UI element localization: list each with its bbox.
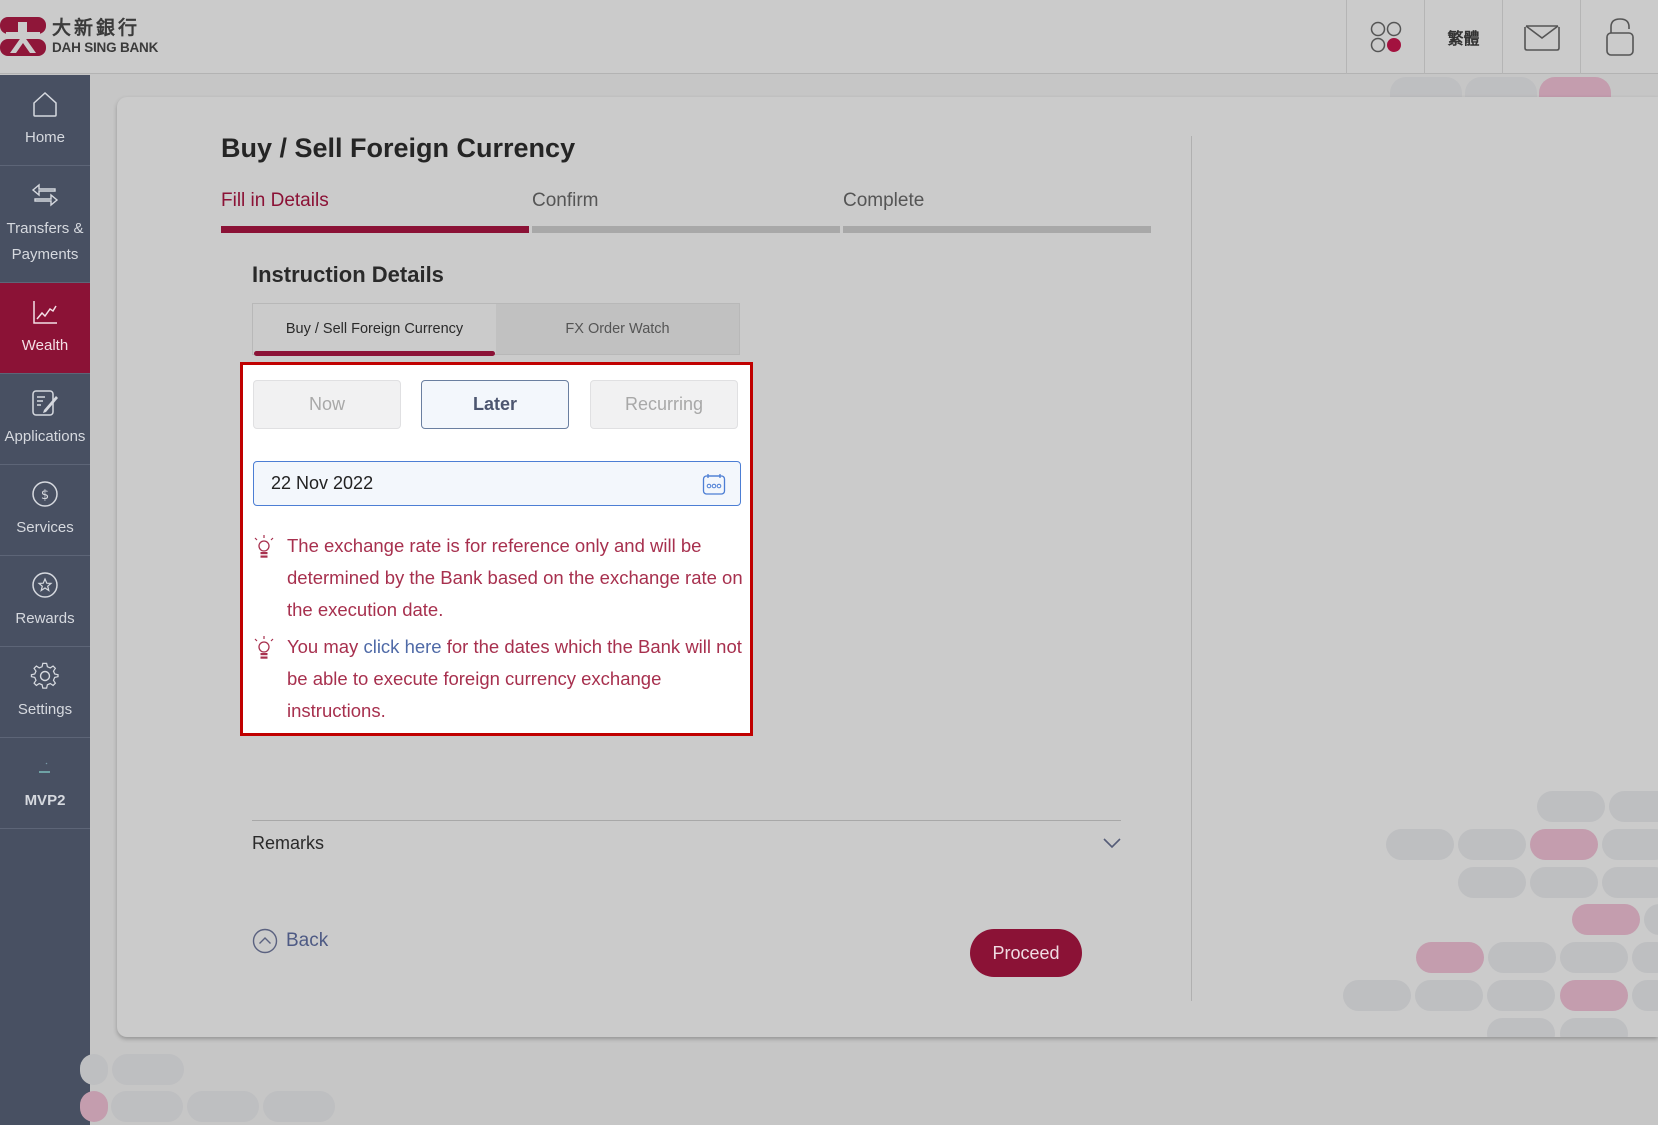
sidebar-item-mvp2[interactable]: MVP2 <box>0 738 90 829</box>
apps-button[interactable] <box>1346 0 1424 74</box>
gear-icon <box>30 662 59 689</box>
mvp-icon <box>39 762 50 773</box>
exchange-rate-note: The exchange rate is for reference only … <box>253 530 743 626</box>
step-bar <box>843 226 1151 233</box>
page-title: Buy / Sell Foreign Currency <box>221 133 576 163</box>
tab-buy-sell-foreign-currency[interactable]: Buy / Sell Foreign Currency <box>253 304 496 356</box>
sidebar-item-wealth[interactable]: Wealth <box>0 283 90 374</box>
star-circle-icon <box>32 572 58 598</box>
remarks-divider <box>252 820 1121 821</box>
sidebar-item-label: Wealth <box>21 337 69 354</box>
mode-recurring-button[interactable]: Recurring <box>590 380 738 429</box>
instruction-subtabs: Buy / Sell Foreign Currency FX Order Wat… <box>252 303 740 356</box>
sidebar-item-settings[interactable]: Settings <box>0 647 90 738</box>
edit-document-icon <box>32 390 58 416</box>
mode-now-button[interactable]: Now <box>253 380 401 429</box>
home-icon <box>33 91 57 117</box>
remarks-accordion[interactable]: Remarks <box>252 828 1121 858</box>
chart-line-icon <box>33 301 57 324</box>
sidebar-nav: Home Transfers & Payments Wealth Applicat… <box>0 75 90 1125</box>
sidebar-item-label: Rewards <box>15 610 75 627</box>
progress-steps: Fill in Details Confirm Complete <box>221 190 1151 233</box>
sidebar-item-home[interactable]: Home <box>0 75 90 166</box>
highlighted-execution-panel: Now Later Recurring 22 Nov 2022 The exch… <box>240 362 753 736</box>
calendar-icon[interactable] <box>702 472 726 496</box>
proceed-button[interactable]: Proceed <box>970 929 1082 977</box>
step-bar <box>221 226 529 233</box>
step-bar <box>532 226 840 233</box>
sidebar-item-label: Services <box>16 519 74 536</box>
step-label: Confirm <box>532 190 599 211</box>
lightbulb-icon <box>254 636 274 659</box>
sidebar-item-transfers-payments[interactable]: Transfers & Payments <box>0 166 90 283</box>
step-confirm: Confirm <box>532 190 840 233</box>
step-complete: Complete <box>843 190 1151 233</box>
svg-text:$: $ <box>41 488 49 503</box>
non-execution-dates-note: You may click here for the dates which t… <box>253 631 743 727</box>
section-title: Instruction Details <box>252 262 444 287</box>
inbox-button[interactable] <box>1502 0 1580 74</box>
step-label: Fill in Details <box>221 190 329 211</box>
unlock-icon <box>1605 18 1634 56</box>
remarks-label: Remarks <box>252 832 325 853</box>
sidebar-item-label: Transfers & Payments <box>6 220 84 263</box>
transfer-icon <box>31 183 59 207</box>
execution-date-value: 22 Nov 2022 <box>271 473 374 493</box>
mail-icon <box>1523 25 1560 51</box>
click-here-link[interactable]: click here <box>363 636 441 657</box>
logo-mark-icon <box>0 17 46 57</box>
chevron-up-circle-icon <box>252 928 278 954</box>
exchange-rate-note-text: The exchange rate is for reference only … <box>287 535 743 620</box>
sidebar-item-services[interactable]: $ Services <box>0 465 90 556</box>
step-label: Complete <box>843 190 925 211</box>
mode-later-button[interactable]: Later <box>421 380 569 429</box>
content-divider <box>1191 136 1192 1001</box>
sidebar-item-label: Applications <box>4 428 86 445</box>
language-toggle-button[interactable]: 繁體 <box>1424 0 1502 74</box>
logo-chinese-name: 大新銀行 <box>52 17 141 40</box>
back-button[interactable]: Back <box>252 928 328 954</box>
sidebar-item-label: Settings <box>17 701 73 718</box>
sidebar-item-rewards[interactable]: Rewards <box>0 556 90 647</box>
sidebar-item-label: MVP2 <box>24 792 66 809</box>
back-label: Back <box>286 930 329 951</box>
apps-grid-icon <box>1370 21 1401 53</box>
step-fill-in-details: Fill in Details <box>221 190 529 233</box>
sidebar-item-applications[interactable]: Applications <box>0 374 90 465</box>
execution-date-field[interactable]: 22 Nov 2022 <box>253 461 741 506</box>
tab-fx-order-watch[interactable]: FX Order Watch <box>496 304 739 354</box>
dollar-circle-icon: $ <box>32 481 58 507</box>
bank-logo[interactable]: 大新銀行 DAH SING BANK <box>0 16 158 58</box>
chevron-down-icon <box>1103 838 1121 849</box>
top-header: 大新銀行 DAH SING BANK 繁體 <box>0 0 1658 74</box>
sidebar-item-label: Home <box>24 129 65 146</box>
note-text-prefix: You may <box>287 636 364 657</box>
logout-button[interactable] <box>1580 0 1658 74</box>
logo-english-name: DAH SING BANK <box>52 40 159 56</box>
lightbulb-icon <box>254 535 274 558</box>
